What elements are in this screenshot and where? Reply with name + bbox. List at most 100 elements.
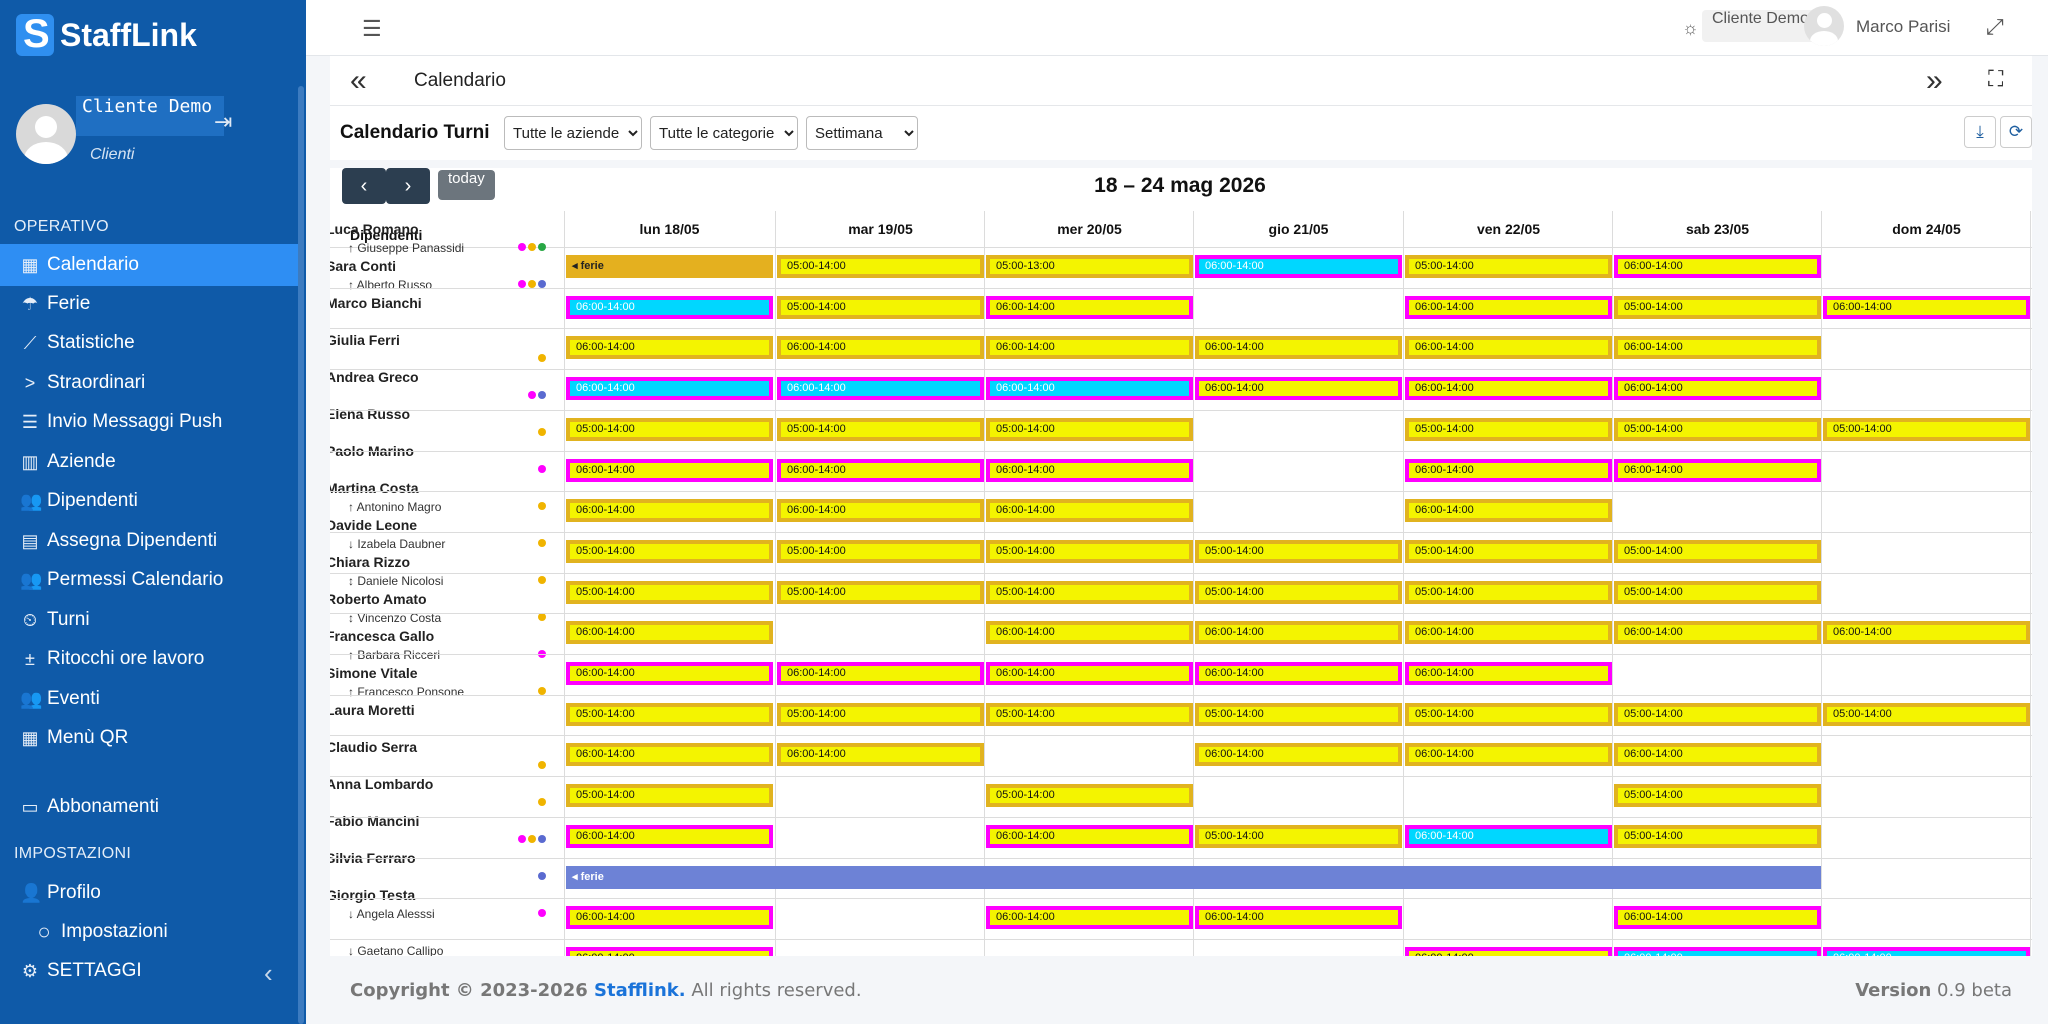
prev-week-button[interactable]: ‹ (342, 168, 386, 204)
sidebar-item-impostazioni[interactable]: ○ Impostazioni (0, 911, 302, 953)
shift-event[interactable]: 05:00-14:00 (1614, 418, 1821, 441)
shift-event[interactable]: 06:00-14:00 (566, 377, 773, 400)
employee-name[interactable]: Laura Moretti (330, 702, 415, 718)
shift-event[interactable]: 06:00-14:00 (1195, 377, 1402, 400)
shift-event[interactable]: 06:00-14:00 (1405, 662, 1612, 685)
shift-event[interactable]: 06:00-14:00 (777, 336, 984, 359)
shift-event[interactable]: 05:00-14:00 (1614, 581, 1821, 604)
shift-event[interactable]: 06:00-14:00 (1405, 377, 1612, 400)
shift-event[interactable]: 06:00-14:00 (1195, 906, 1402, 929)
shift-event[interactable]: 05:00-14:00 (777, 255, 984, 278)
footer-brand-link[interactable]: Stafflink. (594, 980, 686, 1001)
shift-event[interactable]: 05:00-14:00 (566, 703, 773, 726)
shift-event[interactable]: 05:00-14:00 (1405, 581, 1612, 604)
shift-event[interactable]: 05:00-14:00 (986, 703, 1193, 726)
shift-event[interactable]: 05:00-13:00 (986, 255, 1193, 278)
shift-event[interactable]: 06:00-14:00 (1614, 459, 1821, 482)
shift-event[interactable]: 05:00-14:00 (1823, 418, 2030, 441)
employee-name[interactable]: Roberto Amato (330, 591, 427, 607)
employee-name[interactable]: Anna Lombardo (330, 776, 433, 792)
employee-name[interactable]: Andrea Greco (330, 369, 419, 385)
sidebar-item-abbonamenti[interactable]: ▭ Abbonamenti (0, 786, 302, 828)
employee-name[interactable]: Giorgio Testa (330, 887, 415, 903)
shift-event[interactable]: 06:00-14:00 (777, 743, 984, 766)
shift-event[interactable]: 06:00-14:00 (986, 906, 1193, 929)
shift-event[interactable]: 06:00-14:00 (1614, 947, 1821, 956)
shift-event[interactable]: 05:00-14:00 (777, 296, 984, 319)
employee-name[interactable]: Marco Bianchi (330, 295, 422, 311)
shift-event[interactable]: 06:00-14:00 (1405, 947, 1612, 956)
top-user-name[interactable]: Marco Parisi (1856, 17, 1950, 37)
shift-event[interactable]: 06:00-14:00 (566, 336, 773, 359)
sidebar-item-calendario[interactable]: ▦ Calendario (0, 244, 302, 286)
logout-icon[interactable]: ⇥ (214, 110, 238, 134)
ferie-event[interactable]: ◂ ferie (566, 255, 773, 278)
shift-event[interactable]: 06:00-14:00 (566, 662, 773, 685)
shift-event[interactable]: 05:00-14:00 (1195, 703, 1402, 726)
employee-name[interactable]: Davide Leone (330, 517, 417, 533)
shift-event[interactable]: 06:00-14:00 (1405, 459, 1612, 482)
shift-event[interactable]: 06:00-14:00 (1614, 336, 1821, 359)
shift-event[interactable]: 05:00-14:00 (566, 581, 773, 604)
employee-name[interactable]: Martina Costa (330, 480, 419, 496)
shift-event[interactable]: 06:00-14:00 (1405, 336, 1612, 359)
shift-event[interactable]: 06:00-14:00 (1823, 296, 2030, 319)
avatar[interactable] (16, 104, 76, 164)
shift-event[interactable]: 06:00-14:00 (1195, 662, 1402, 685)
shift-event[interactable]: 05:00-14:00 (777, 418, 984, 441)
shift-event[interactable]: 05:00-14:00 (1614, 540, 1821, 563)
sidebar-item-invio-messaggi-push[interactable]: ☰ Invio Messaggi Push (0, 401, 302, 443)
shift-event[interactable]: 06:00-14:00 (1405, 825, 1612, 848)
sidebar-item-aziende[interactable]: ▥ Aziende (0, 441, 302, 483)
shift-event[interactable]: 06:00-14:00 (1195, 336, 1402, 359)
shift-event[interactable]: 06:00-14:00 (986, 621, 1193, 644)
sidebar-item-settaggi[interactable]: ⚙ SETTAGGI (0, 950, 302, 992)
shift-event[interactable]: 06:00-14:00 (777, 377, 984, 400)
shift-event[interactable]: 06:00-14:00 (1195, 255, 1402, 278)
shift-event[interactable]: 06:00-14:00 (1405, 296, 1612, 319)
shift-event[interactable]: 05:00-14:00 (566, 418, 773, 441)
shift-event[interactable]: 05:00-14:00 (566, 784, 773, 807)
shift-event[interactable]: 05:00-14:00 (1195, 581, 1402, 604)
sidebar-item-ferie[interactable]: ☂ Ferie (0, 283, 302, 325)
sidebar-item-ritocchi-ore-lavoro[interactable]: ± Ritocchi ore lavoro (0, 638, 302, 680)
shift-event[interactable]: 06:00-14:00 (566, 947, 773, 956)
shift-event[interactable]: 06:00-14:00 (1195, 743, 1402, 766)
sidebar-item-eventi[interactable]: 👥 Eventi (0, 678, 302, 720)
shift-event[interactable]: 06:00-14:00 (1823, 621, 2030, 644)
shift-event[interactable]: 05:00-14:00 (1405, 540, 1612, 563)
category-filter-select[interactable]: Tutte le categorie (650, 116, 798, 150)
sidebar-scrollbar[interactable] (298, 86, 304, 1024)
shift-event[interactable]: 05:00-14:00 (986, 540, 1193, 563)
shift-event[interactable]: 06:00-14:00 (566, 296, 773, 319)
shift-event[interactable]: 06:00-14:00 (566, 825, 773, 848)
sidebar-item-profilo[interactable]: 👤 Profilo (0, 872, 302, 914)
shift-event[interactable]: 06:00-14:00 (1405, 499, 1612, 522)
shift-event[interactable]: 05:00-14:00 (1195, 825, 1402, 848)
shift-event[interactable]: 06:00-14:00 (566, 499, 773, 522)
theme-toggle-icon[interactable]: ☼ (1682, 18, 1699, 39)
sidebar-item-men-qr[interactable]: ▦ Menù QR (0, 717, 302, 759)
shift-event[interactable]: 06:00-14:00 (1614, 743, 1821, 766)
shift-event[interactable]: 05:00-14:00 (777, 703, 984, 726)
shift-event[interactable]: 05:00-14:00 (1614, 825, 1821, 848)
shift-event[interactable]: 06:00-14:00 (1614, 621, 1821, 644)
today-button[interactable]: today (438, 170, 495, 200)
employee-name[interactable]: Simone Vitale (330, 665, 418, 681)
shift-event[interactable]: 06:00-14:00 (986, 459, 1193, 482)
shift-event[interactable]: 06:00-14:00 (986, 662, 1193, 685)
shift-event[interactable]: 06:00-14:00 (777, 499, 984, 522)
shift-event[interactable]: 05:00-14:00 (1823, 703, 2030, 726)
ferie-event[interactable]: ◂ ferie (566, 866, 1821, 889)
shift-event[interactable]: 05:00-14:00 (1195, 540, 1402, 563)
view-select[interactable]: Settimana (806, 116, 918, 150)
shift-event[interactable]: 06:00-14:00 (1614, 377, 1821, 400)
shift-event[interactable]: 05:00-14:00 (986, 784, 1193, 807)
employee-name[interactable]: Giulia Ferri (330, 332, 400, 348)
refresh-button[interactable]: ⟳ (2000, 116, 2032, 148)
expand-icon[interactable]: ⤢ (1986, 14, 2004, 40)
shift-event[interactable]: 06:00-14:00 (986, 499, 1193, 522)
shift-event[interactable]: 06:00-14:00 (1823, 947, 2030, 956)
double-chevron-left-icon[interactable]: « (350, 64, 367, 98)
employee-name[interactable]: Claudio Serra (330, 739, 417, 755)
